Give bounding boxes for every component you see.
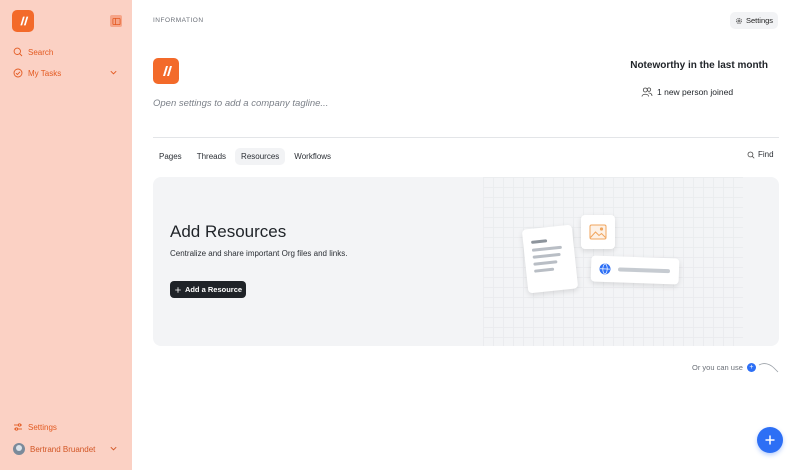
main-content: INFORMATION Settings Open settings to ad… [132, 0, 800, 470]
plus-icon [175, 286, 181, 293]
sidebar-item-my-tasks[interactable]: My Tasks [13, 65, 61, 81]
or-use-hint: Or you can use + [692, 361, 780, 373]
tab-workflows[interactable]: Workflows [288, 148, 337, 165]
logo-icon [20, 16, 29, 26]
chevron-down-icon[interactable] [109, 444, 118, 453]
sidebar-collapse-button[interactable] [110, 15, 122, 27]
sidebar-item-label: Search [28, 47, 54, 57]
search-icon [13, 47, 23, 57]
avatar [13, 443, 25, 455]
new-members-stat: 1 new person joined [641, 86, 733, 98]
link-placeholder-bar [617, 267, 671, 274]
plus-icon [765, 435, 775, 445]
add-resource-button[interactable]: Add a Resource [170, 281, 246, 298]
sidebar-item-search[interactable]: Search [13, 44, 53, 60]
tab-resources[interactable]: Resources [235, 148, 286, 165]
app-logo[interactable] [12, 10, 34, 32]
logo-icon [163, 66, 172, 76]
chevron-down-icon[interactable] [109, 68, 118, 77]
divider [153, 137, 779, 138]
resources-title: Add Resources [170, 222, 287, 241]
image-icon [589, 224, 607, 240]
link-illustration [590, 255, 680, 285]
company-tagline-placeholder[interactable]: Open settings to add a company tagline..… [153, 98, 328, 109]
people-icon [641, 87, 653, 97]
noteworthy-title: Noteworthy in the last month [630, 60, 768, 71]
user-menu[interactable]: Bertrand Bruandet [13, 441, 95, 457]
or-use-label: Or you can use [692, 362, 743, 372]
sidebar-toggle-icon [111, 17, 121, 25]
sliders-icon [13, 422, 23, 432]
sidebar-item-settings[interactable]: Settings [13, 419, 57, 435]
sidebar-item-label: Settings [28, 422, 57, 432]
settings-button-label: Settings [745, 16, 774, 25]
resources-empty-state: Add Resources Centralize and share impor… [153, 177, 779, 346]
sidebar: Search My Tasks Settings Bertrand Bruand… [0, 0, 132, 470]
company-logo[interactable] [153, 58, 179, 84]
user-name: Bertrand Bruandet [30, 444, 96, 454]
tab-pages[interactable]: Pages [153, 148, 188, 165]
section-label: INFORMATION [153, 17, 204, 24]
find-label: Find [758, 150, 774, 159]
find-button[interactable]: Find [747, 150, 774, 159]
document-illustration [521, 224, 579, 294]
plus-badge-icon: + [746, 362, 756, 372]
tab-threads[interactable]: Threads [191, 148, 232, 165]
curved-arrow-icon [758, 363, 779, 373]
gear-icon [735, 17, 742, 24]
image-illustration [581, 215, 615, 249]
floating-add-button[interactable] [757, 427, 783, 453]
add-resource-label: Add a Resource [184, 285, 243, 294]
globe-icon [599, 263, 611, 275]
check-circle-icon [13, 68, 23, 78]
new-members-text: 1 new person joined [657, 87, 734, 97]
tab-bar: Pages Threads Resources Workflows [153, 148, 340, 165]
search-icon [747, 151, 755, 158]
settings-button[interactable]: Settings [730, 12, 778, 29]
resources-description: Centralize and share important Org files… [170, 249, 348, 258]
sidebar-item-label: My Tasks [28, 68, 62, 78]
